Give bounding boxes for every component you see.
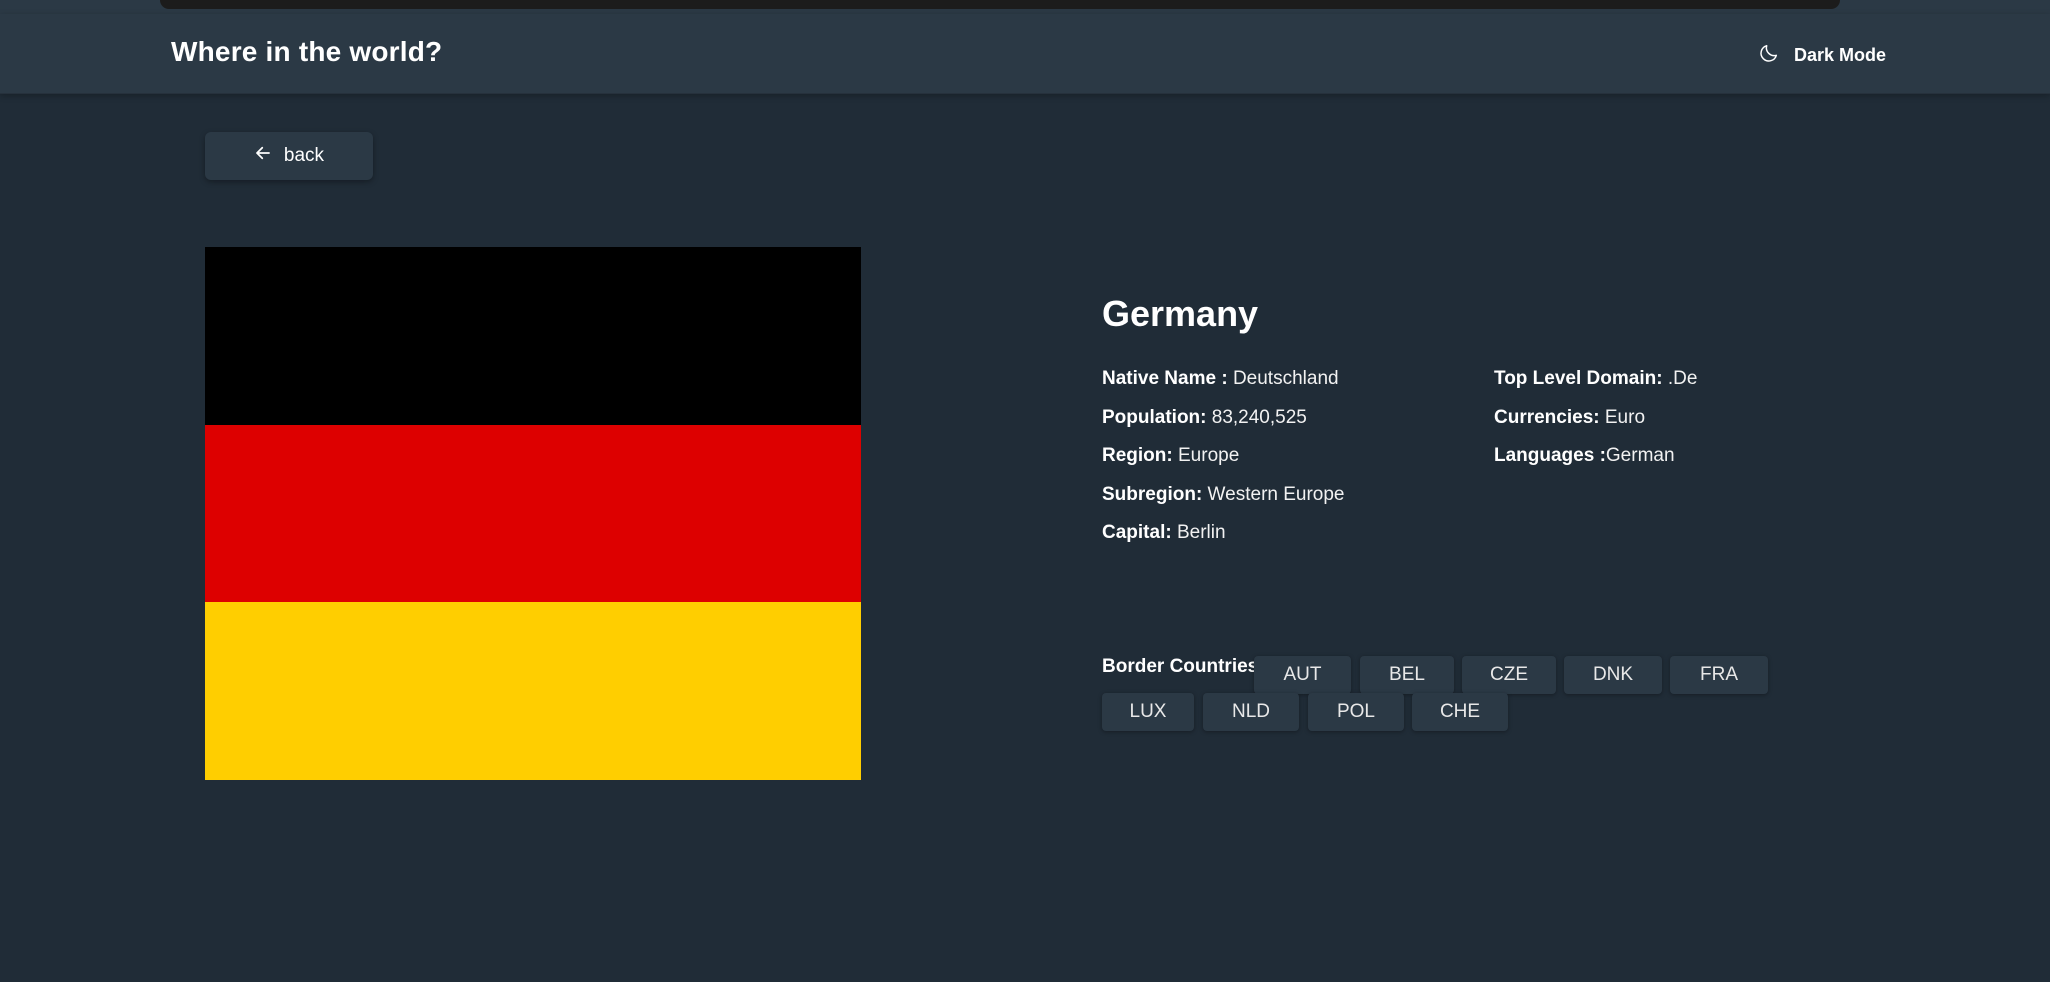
info-value: Europe (1172, 445, 1240, 466)
app-title: Where in the world? (171, 36, 443, 67)
info-value: Western Europe (1202, 483, 1345, 505)
info-row: Top Level Domain: .De (1494, 367, 1697, 406)
info-row: Native Name : Deutschland (1102, 367, 1345, 406)
app-header: Where in the world? Dark Mode (0, 14, 2050, 94)
info-value: Berlin (1171, 522, 1226, 543)
border-country-chip[interactable]: AUT (1254, 656, 1351, 694)
flag-stripe (205, 424, 861, 603)
border-country-chip[interactable]: POL (1308, 693, 1404, 731)
browser-address-bar (160, 0, 1840, 9)
info-key: Region: (1102, 445, 1173, 466)
border-country-chip[interactable]: BEL (1360, 656, 1454, 694)
info-value: .De (1662, 368, 1698, 389)
info-value: Euro (1599, 406, 1646, 428)
info-row: Region: Europe (1102, 444, 1345, 483)
country-name: Germany (1102, 293, 1259, 334)
info-key: Capital: (1102, 522, 1172, 543)
border-country-chip[interactable]: FRA (1670, 656, 1768, 694)
flag-stripe (205, 602, 861, 780)
country-flag (205, 247, 861, 780)
border-country-chip[interactable]: NLD (1203, 693, 1299, 731)
info-key: Subregion: (1102, 483, 1203, 505)
info-row: Population: 83,240,525 (1102, 406, 1345, 445)
dark-mode-toggle[interactable]: Dark Mode (1758, 42, 1886, 69)
border-country-chip[interactable]: CHE (1412, 693, 1508, 731)
info-value: German (1605, 445, 1675, 466)
border-country-chip[interactable]: CZE (1462, 656, 1556, 694)
info-key: Population: (1102, 406, 1207, 428)
info-key: Currencies: (1494, 406, 1600, 428)
border-countries-label: Border Countries: (1102, 656, 1265, 677)
info-row: Subregion: Western Europe (1102, 483, 1345, 522)
border-country-chip[interactable]: DNK (1564, 656, 1662, 694)
moon-icon (1758, 42, 1780, 69)
back-button[interactable]: back (205, 132, 373, 180)
info-key: Languages : (1494, 445, 1606, 466)
info-row: Languages :German (1494, 444, 1697, 483)
flag-stripe (205, 247, 861, 425)
browser-strip (0, 0, 2050, 14)
back-button-label: back (283, 145, 325, 166)
info-value: Deutschland (1227, 368, 1339, 389)
dark-mode-label: Dark Mode (1794, 45, 1887, 65)
primary-info-column: Native Name : Deutschland Population: 83,… (1102, 367, 1345, 560)
country-details: Germany Native Name : Deutschland Populat… (1102, 293, 1802, 543)
info-value: 83,240,525 (1206, 406, 1307, 428)
info-row: Capital: Berlin (1102, 521, 1345, 560)
info-key: Top Level Domain: (1494, 368, 1663, 389)
info-row: Currencies: Euro (1494, 406, 1697, 445)
border-country-chip[interactable]: LUX (1102, 693, 1194, 731)
info-key: Native Name : (1102, 368, 1228, 389)
secondary-info-column: Top Level Domain: .De Currencies: Euro Lan… (1494, 367, 1697, 483)
arrow-left-icon (254, 144, 272, 168)
